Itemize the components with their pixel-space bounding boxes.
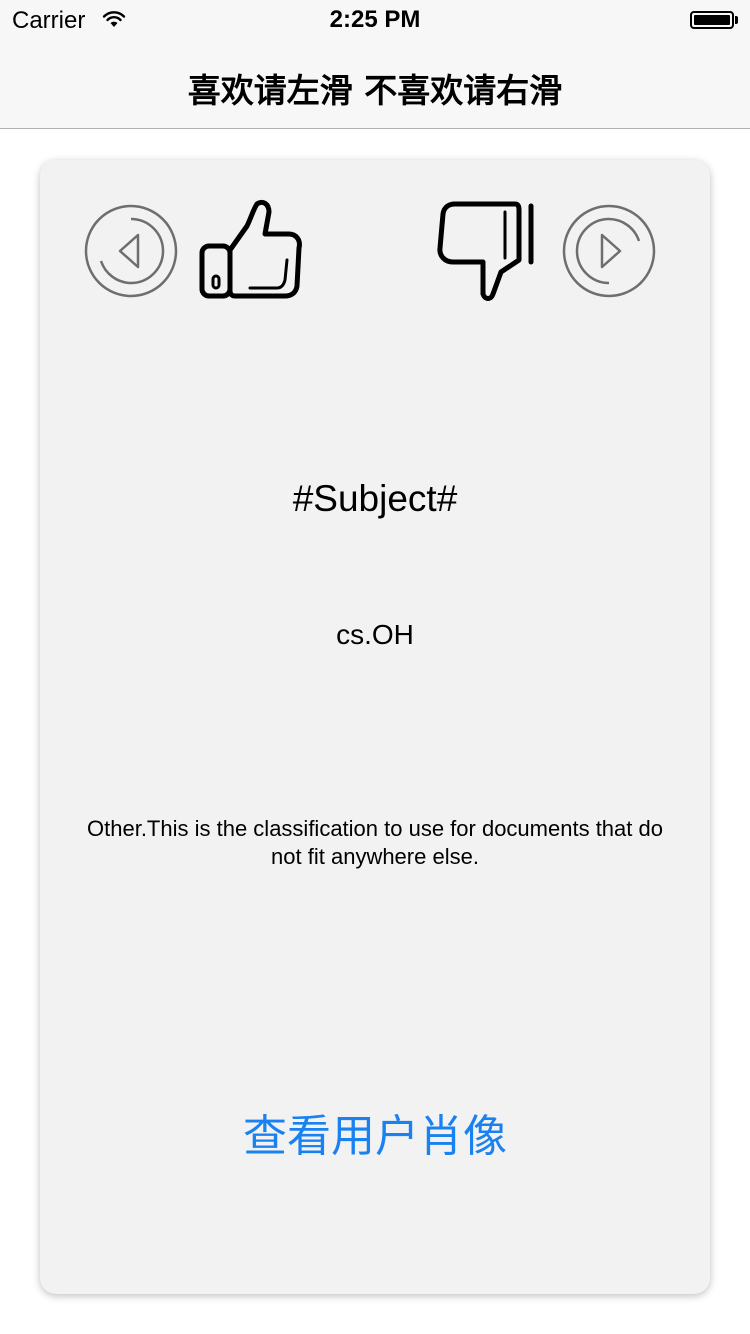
thumbs-up-icon[interactable] (195, 198, 305, 302)
status-time: 2:25 PM (329, 6, 421, 33)
swipe-card[interactable]: #Subject# cs.OH Other.This is the classi… (40, 160, 710, 1294)
next-icon[interactable] (561, 203, 657, 299)
thumbs-down-icon[interactable] (433, 198, 543, 302)
category-code: cs.OH (336, 619, 414, 650)
navigation-bar: 喜欢请左滑 不喜欢请右滑 (0, 40, 750, 129)
subject-title: #Subject# (292, 478, 458, 519)
battery-icon (690, 11, 734, 29)
page-title: 喜欢请左滑 不喜欢请右滑 (187, 71, 563, 110)
battery-tip (735, 16, 738, 24)
previous-icon[interactable] (83, 203, 179, 299)
status-bar: Carrier 2:25 PM (0, 0, 750, 40)
view-user-profile-link[interactable]: 查看用户肖像 (40, 1100, 710, 1164)
category-description: Other.This is the classification to use … (87, 816, 663, 869)
